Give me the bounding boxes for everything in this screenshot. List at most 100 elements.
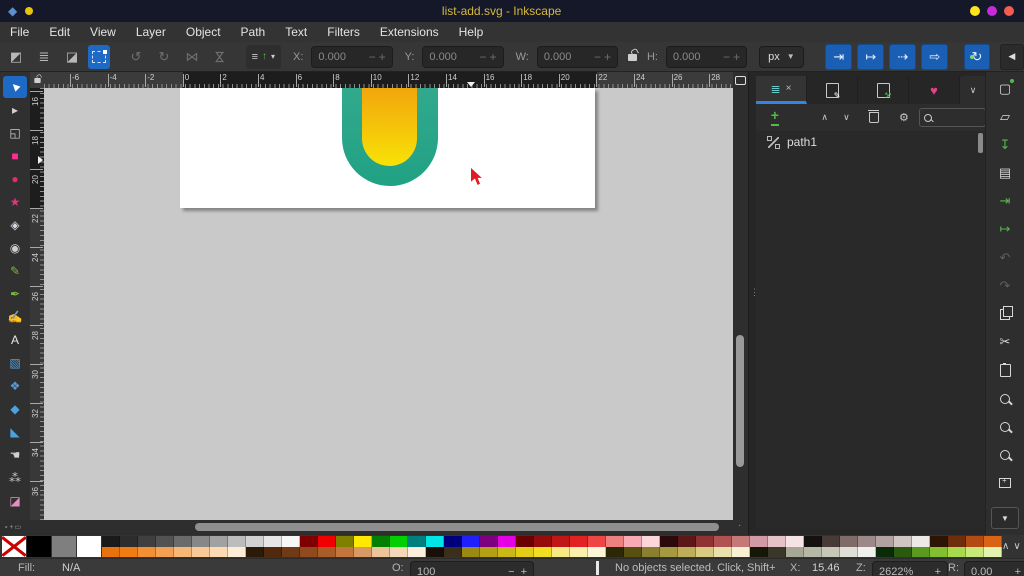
zoom-input[interactable]: 2622% + xyxy=(872,561,948,576)
palette-swatch[interactable] xyxy=(354,536,372,547)
opacity-input[interactable]: 100 − + xyxy=(410,561,534,576)
palette-swatch[interactable] xyxy=(606,546,624,557)
palette-swatch[interactable] xyxy=(822,536,840,547)
gradient-tool[interactable]: ▧ xyxy=(3,352,27,374)
palette-swatch[interactable] xyxy=(858,536,876,547)
palette-swatch[interactable] xyxy=(210,536,228,547)
palette-swatch[interactable] xyxy=(768,536,786,547)
spray-tool[interactable]: ⁂ xyxy=(3,467,27,489)
palette-swatch[interactable] xyxy=(138,546,156,557)
scale-corners-toggle[interactable]: ↦ xyxy=(857,43,885,70)
undo-button[interactable]: ↶ xyxy=(995,249,1015,266)
x-input[interactable]: 0.000 − + xyxy=(311,45,393,68)
palette-swatch[interactable] xyxy=(498,546,516,557)
palette-swatch[interactable] xyxy=(966,546,984,557)
commands-overflow-dropdown[interactable]: ▼ xyxy=(991,507,1019,529)
paint-bucket-tool[interactable]: ◣ xyxy=(3,421,27,443)
toolbar-collapse-button[interactable]: ◀ xyxy=(999,43,1024,70)
menu-text[interactable]: Text xyxy=(275,22,317,42)
palette-swatch[interactable] xyxy=(516,536,534,547)
palette-swatch[interactable] xyxy=(984,546,1002,557)
palette-swatch[interactable] xyxy=(804,546,822,557)
palette-swatch[interactable] xyxy=(660,536,678,547)
box3d-tool[interactable]: ◈ xyxy=(3,214,27,236)
flip-vertical-button[interactable]: ⋈ xyxy=(208,45,232,69)
palette-swatch[interactable] xyxy=(282,536,300,547)
palette-swatch[interactable] xyxy=(894,536,912,547)
menu-view[interactable]: View xyxy=(80,22,126,42)
menu-layer[interactable]: Layer xyxy=(126,22,176,42)
selector-tool[interactable]: ► xyxy=(3,76,27,98)
palette-swatch[interactable] xyxy=(570,546,588,557)
sticky-zoom-toggle[interactable] xyxy=(733,72,748,88)
tab-objects[interactable]: ≣ × xyxy=(756,76,807,104)
palette-swatch[interactable] xyxy=(77,536,101,557)
palette-swatch[interactable] xyxy=(192,546,210,557)
vertical-scrollbar-thumb[interactable] xyxy=(736,335,744,467)
objects-list-scrollbar-thumb[interactable] xyxy=(978,133,983,153)
palette-scroll-down-button[interactable]: ∨ xyxy=(1013,541,1020,552)
palette-swatch[interactable] xyxy=(300,546,318,557)
snapping-toggle[interactable]: ↻ xyxy=(964,43,990,70)
palette-swatch[interactable] xyxy=(948,536,966,547)
mesh-gradient-tool[interactable]: ❖ xyxy=(3,375,27,397)
tab-xml-editor[interactable]: ✎ xyxy=(807,76,858,104)
palette-swatch[interactable] xyxy=(27,536,51,557)
palette-swatch[interactable] xyxy=(480,536,498,547)
palette-swatch[interactable] xyxy=(102,536,120,547)
rotation-input[interactable]: 0.00 + xyxy=(964,561,1024,576)
move-down-button[interactable]: ∨ xyxy=(836,108,858,128)
h-input[interactable]: 0.000 − + xyxy=(665,45,748,68)
palette-swatch[interactable] xyxy=(138,536,156,547)
palette-swatch[interactable] xyxy=(876,536,894,547)
document-page[interactable] xyxy=(180,88,595,208)
tweak-tool[interactable]: ☚ xyxy=(3,444,27,466)
node-tool[interactable]: ▸ xyxy=(3,99,27,121)
zoom-selection-button[interactable] xyxy=(995,390,1015,407)
ellipse-tool[interactable]: ● xyxy=(3,168,27,190)
window-maximize-button[interactable] xyxy=(987,6,997,16)
palette-swatch[interactable] xyxy=(318,546,336,557)
list-add-shape-outer[interactable] xyxy=(342,88,438,186)
ruler-lock-corner[interactable] xyxy=(30,72,44,88)
palette-swatch[interactable] xyxy=(552,546,570,557)
list-add-shape-inner[interactable] xyxy=(362,88,417,166)
palette-swatch[interactable] xyxy=(516,546,534,557)
palette-swatch[interactable] xyxy=(426,536,444,547)
spiral-tool[interactable]: ◉ xyxy=(3,237,27,259)
palette-swatch[interactable] xyxy=(408,546,426,557)
menu-file[interactable]: File xyxy=(0,22,39,42)
palette-swatch[interactable] xyxy=(750,536,768,547)
shape-builder-tool[interactable]: ◱ xyxy=(3,122,27,144)
close-icon[interactable]: × xyxy=(786,83,792,94)
palette-swatch[interactable] xyxy=(768,546,786,557)
palette-swatch[interactable] xyxy=(462,536,480,547)
palette-swatch[interactable] xyxy=(786,546,804,557)
palette-swatch[interactable] xyxy=(804,536,822,547)
palette-swatch[interactable] xyxy=(588,546,606,557)
palette-swatch[interactable] xyxy=(372,536,390,547)
palette-swatch[interactable] xyxy=(336,546,354,557)
palette-swatch[interactable] xyxy=(912,546,930,557)
horizontal-scrollbar-thumb[interactable] xyxy=(195,523,719,531)
palette-swatch[interactable] xyxy=(444,536,462,547)
redo-button[interactable]: ↷ xyxy=(995,277,1015,294)
palette-scroll-up-button[interactable]: ∧ xyxy=(1002,541,1009,552)
print-button[interactable]: ▤ xyxy=(995,165,1015,182)
canvas[interactable] xyxy=(44,88,733,520)
paste-button[interactable] xyxy=(995,362,1015,379)
vertical-ruler[interactable]: 16 18 20 22 24 26 28 30 32 34 36 xyxy=(30,88,44,520)
selection-box-toggle[interactable] xyxy=(88,44,111,69)
new-document-button[interactable]: ▢ xyxy=(995,79,1015,97)
menu-filters[interactable]: Filters xyxy=(317,22,370,42)
window-minimize-button[interactable] xyxy=(970,6,980,16)
star-tool[interactable]: ★ xyxy=(3,191,27,213)
rotate-cw-button[interactable]: ↻ xyxy=(152,45,176,69)
tab-list-expander[interactable]: ∨ xyxy=(960,76,986,104)
calligraphy-tool[interactable]: ✍ xyxy=(3,306,27,328)
palette-swatch[interactable] xyxy=(714,536,732,547)
palette-swatch[interactable] xyxy=(426,546,444,557)
palette-swatch[interactable] xyxy=(984,536,1002,547)
select-all-layers-button[interactable]: ≣ xyxy=(32,45,56,69)
y-decrement[interactable]: − xyxy=(480,50,487,64)
